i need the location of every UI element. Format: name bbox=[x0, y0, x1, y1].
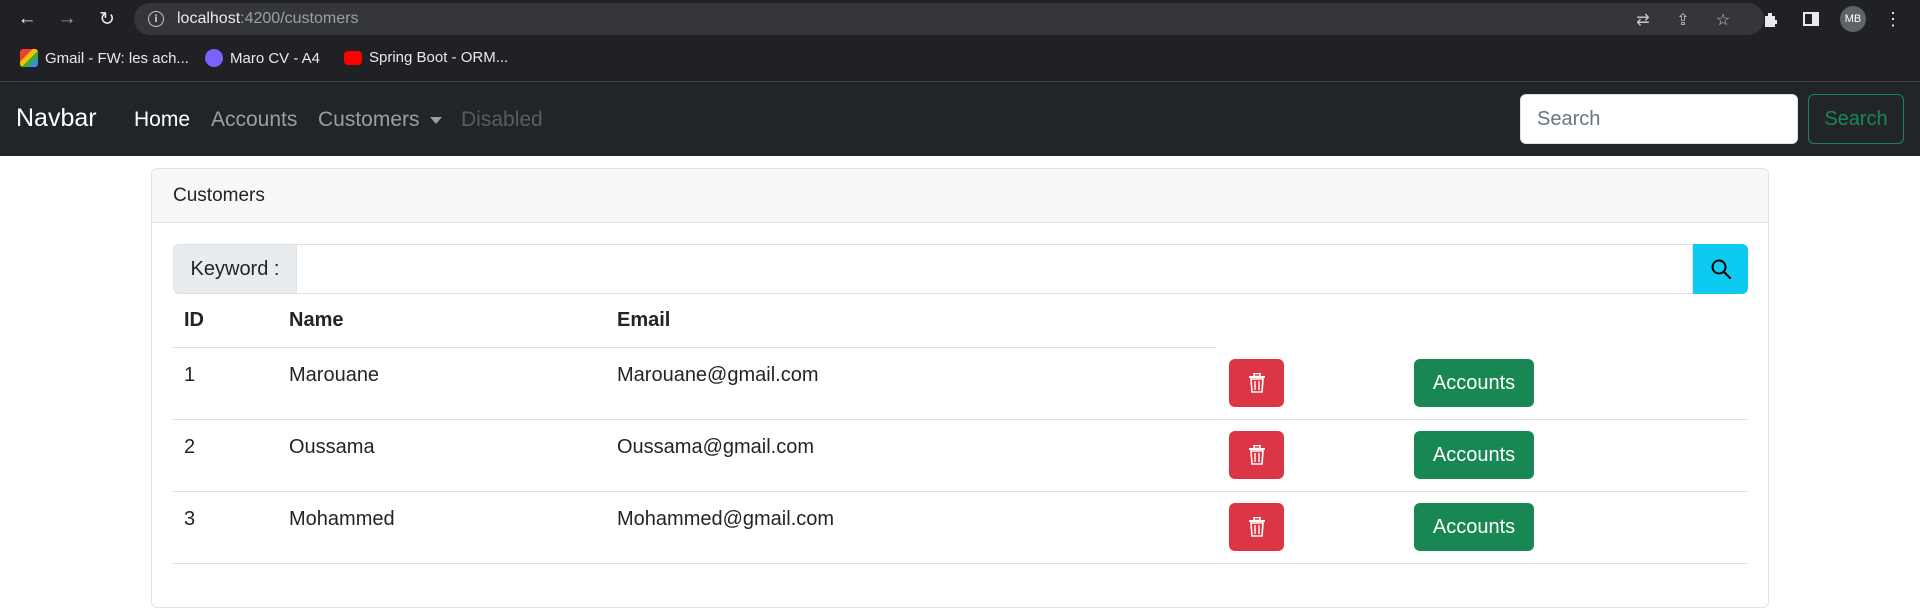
bookmarks-bar: Gmail - FW: les ach... Maro CV - A4 Spri… bbox=[0, 38, 1920, 82]
gmail-icon bbox=[20, 49, 38, 67]
back-icon[interactable]: ← bbox=[14, 6, 40, 32]
customers-card: Customers Keyword : ID Name Email 1 Maro… bbox=[151, 168, 1769, 608]
trash-icon bbox=[1248, 517, 1265, 537]
keyword-search-group: Keyword : bbox=[173, 244, 1748, 294]
table-row: 2 Oussama Oussama@gmail.com Accounts bbox=[173, 420, 1748, 492]
column-header-id: ID bbox=[184, 309, 204, 331]
nav-link-accounts[interactable]: Accounts bbox=[211, 108, 297, 132]
search-icon bbox=[1711, 259, 1731, 280]
profile-avatar[interactable]: MB bbox=[1840, 6, 1866, 32]
translate-icon[interactable]: ⇄ bbox=[1632, 9, 1654, 31]
bookmark-cv[interactable]: Maro CV - A4 bbox=[205, 49, 320, 67]
share-icon[interactable]: ⇪ bbox=[1672, 9, 1694, 31]
youtube-icon bbox=[344, 50, 362, 65]
column-header-email: Email bbox=[617, 309, 671, 331]
cell-name: Oussama bbox=[289, 436, 375, 458]
delete-button[interactable] bbox=[1229, 503, 1284, 551]
cell-name: Mohammed bbox=[289, 508, 395, 530]
cell-email: Oussama@gmail.com bbox=[617, 436, 815, 458]
column-header-name: Name bbox=[289, 309, 344, 331]
address-bar[interactable]: i localhost:4200/customers ⇄ ⇪ ☆ bbox=[134, 3, 1764, 35]
caret-down-icon bbox=[429, 116, 442, 124]
extensions-icon[interactable] bbox=[1758, 6, 1784, 32]
forward-icon[interactable]: → bbox=[54, 6, 80, 32]
accounts-button[interactable]: Accounts bbox=[1414, 359, 1534, 407]
accounts-button[interactable]: Accounts bbox=[1414, 503, 1534, 551]
bookmark-star-icon[interactable]: ☆ bbox=[1712, 9, 1734, 31]
delete-button[interactable] bbox=[1229, 359, 1284, 407]
browser-toolbar: ← → ↻ i localhost:4200/customers ⇄ ⇪ ☆ M… bbox=[0, 0, 1920, 38]
cell-email: Mohammed@gmail.com bbox=[617, 508, 835, 530]
menu-kebab-icon[interactable]: ⋮ bbox=[1880, 6, 1906, 32]
trash-icon bbox=[1248, 373, 1265, 393]
table-row: 3 Mohammed Mohammed@gmail.com Accounts bbox=[173, 492, 1748, 564]
reload-icon[interactable]: ↻ bbox=[94, 6, 120, 32]
cell-id: 3 bbox=[184, 508, 196, 530]
delete-button[interactable] bbox=[1229, 431, 1284, 479]
keyword-search-button[interactable] bbox=[1693, 244, 1748, 294]
keyword-label: Keyword : bbox=[173, 244, 297, 294]
nav-dropdown-label: Customers bbox=[318, 108, 420, 131]
url-text: localhost:4200/customers bbox=[177, 10, 359, 27]
cell-name: Marouane bbox=[289, 364, 380, 386]
card-title: Customers bbox=[152, 169, 1768, 223]
bookmark-spring[interactable]: Spring Boot - ORM... bbox=[344, 49, 508, 66]
nav-link-home[interactable]: Home bbox=[134, 108, 190, 132]
bookmark-gmail[interactable]: Gmail - FW: les ach... bbox=[20, 49, 189, 67]
accounts-button[interactable]: Accounts bbox=[1414, 431, 1534, 479]
nav-link-disabled: Disabled bbox=[461, 108, 543, 131]
navbar-search-button[interactable]: Search bbox=[1808, 94, 1904, 144]
trash-icon bbox=[1248, 445, 1265, 465]
nav-dropdown-customers[interactable]: Customers bbox=[318, 108, 442, 132]
site-info-icon[interactable]: i bbox=[148, 11, 164, 27]
cell-id: 2 bbox=[184, 436, 196, 458]
table-row: 1 Marouane Marouane@gmail.com Accounts bbox=[173, 348, 1748, 420]
app-navbar: Navbar Home Accounts Customers Disabled … bbox=[0, 82, 1920, 156]
side-panel-icon[interactable] bbox=[1798, 6, 1824, 32]
document-icon bbox=[205, 49, 223, 67]
navbar-search-input[interactable]: Search bbox=[1520, 94, 1798, 144]
keyword-input[interactable] bbox=[297, 244, 1693, 294]
navbar-brand[interactable]: Navbar bbox=[16, 104, 97, 133]
cell-email: Marouane@gmail.com bbox=[617, 364, 819, 386]
cell-id: 1 bbox=[184, 364, 196, 386]
